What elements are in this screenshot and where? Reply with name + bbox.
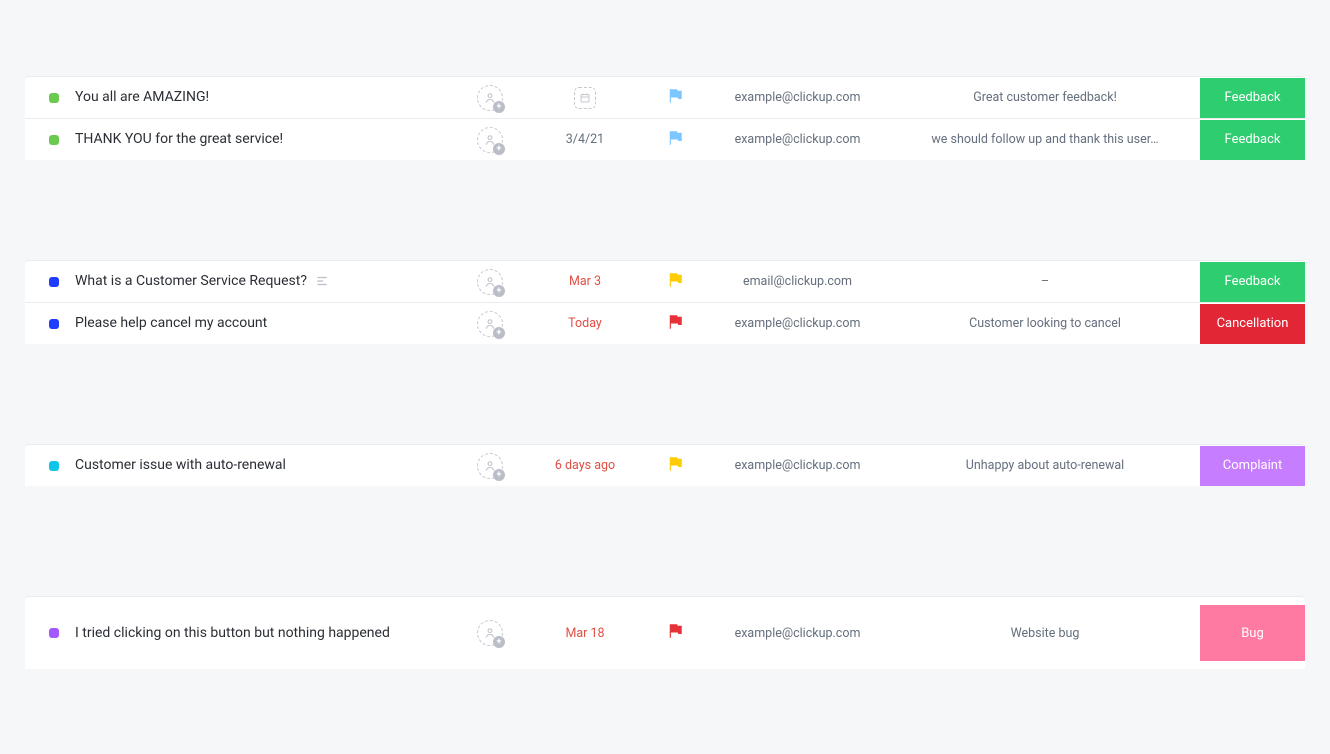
task-row[interactable]: Please help cancel my account + Today examp… — [25, 302, 1305, 344]
flag-icon — [666, 87, 684, 109]
tag-cell[interactable]: Feedback — [1200, 78, 1305, 118]
task-title[interactable]: Please help cancel my account — [65, 314, 455, 333]
assignee-empty-icon[interactable]: + — [477, 453, 503, 479]
tag-cell[interactable]: Feedback — [1200, 262, 1305, 302]
tag-cell[interactable]: Bug — [1200, 605, 1305, 661]
status-cell[interactable] — [25, 319, 65, 329]
due-date-cell[interactable]: Mar 18 — [525, 626, 645, 641]
priority-cell[interactable] — [645, 313, 705, 335]
comment-cell[interactable]: we should follow up and thank this user… — [890, 132, 1200, 147]
status-dot — [49, 135, 59, 145]
task-row[interactable]: Customer issue with auto-renewal +6 days … — [25, 444, 1305, 486]
status-cell[interactable] — [25, 628, 65, 638]
status-dot — [49, 319, 59, 329]
flag-icon — [666, 129, 684, 151]
tag-feedback[interactable]: Feedback — [1200, 120, 1305, 160]
task-row[interactable]: You all are AMAZING! + example@clickup.com… — [25, 76, 1305, 118]
assignee-empty-icon[interactable]: + — [477, 85, 503, 111]
assignee-cell[interactable]: + — [455, 127, 525, 153]
due-date-cell[interactable]: Mar 3 — [525, 274, 645, 289]
task-title-text: THANK YOU for the great service! — [75, 130, 283, 149]
flag-icon — [666, 455, 684, 477]
email-cell[interactable]: example@clickup.com — [705, 132, 890, 147]
priority-cell[interactable] — [645, 271, 705, 293]
assignee-empty-icon[interactable]: + — [477, 269, 503, 295]
comment-cell[interactable]: Website bug — [890, 626, 1200, 641]
task-title[interactable]: I tried clicking on this button but noth… — [65, 624, 455, 643]
task-title-text: Customer issue with auto-renewal — [75, 456, 286, 475]
tag-cell[interactable]: Complaint — [1200, 446, 1305, 486]
email-cell[interactable]: example@clickup.com — [705, 626, 890, 641]
status-cell[interactable] — [25, 135, 65, 145]
task-title[interactable]: Customer issue with auto-renewal — [65, 456, 455, 475]
status-cell[interactable] — [25, 277, 65, 287]
status-cell[interactable] — [25, 93, 65, 103]
task-title-text: What is a Customer Service Request? — [75, 272, 307, 291]
flag-icon — [666, 622, 684, 644]
tag-complaint[interactable]: Complaint — [1200, 446, 1305, 486]
tag-feedback[interactable]: Feedback — [1200, 262, 1305, 302]
task-title-text: You all are AMAZING! — [75, 88, 209, 107]
assignee-empty-icon[interactable]: + — [477, 620, 503, 646]
comment-cell[interactable]: Unhappy about auto-renewal — [890, 458, 1200, 473]
assignee-cell[interactable]: + — [455, 269, 525, 295]
priority-cell[interactable] — [645, 455, 705, 477]
priority-cell[interactable] — [645, 622, 705, 644]
assignee-cell[interactable]: + — [455, 85, 525, 111]
plus-icon: + — [493, 327, 505, 339]
assignee-cell[interactable]: + — [455, 453, 525, 479]
description-icon — [315, 274, 329, 288]
tag-bug[interactable]: Bug — [1200, 605, 1305, 661]
status-cell[interactable] — [25, 461, 65, 471]
task-row[interactable]: What is a Customer Service Request? + Mar … — [25, 260, 1305, 302]
flag-icon — [666, 271, 684, 293]
task-title[interactable]: What is a Customer Service Request? — [65, 272, 455, 291]
calendar-icon[interactable] — [574, 87, 596, 109]
plus-icon: + — [493, 636, 505, 648]
priority-cell[interactable] — [645, 129, 705, 151]
tag-feedback[interactable]: Feedback — [1200, 78, 1305, 118]
tag-cancellation[interactable]: Cancellation — [1200, 304, 1305, 344]
plus-icon: + — [493, 101, 505, 113]
plus-icon: + — [493, 285, 505, 297]
email-cell[interactable]: example@clickup.com — [705, 458, 890, 473]
comment-cell[interactable]: Great customer feedback! — [890, 90, 1200, 105]
task-title[interactable]: THANK YOU for the great service! — [65, 130, 455, 149]
tag-cell[interactable]: Cancellation — [1200, 304, 1305, 344]
task-title-text: I tried clicking on this button but noth… — [75, 624, 390, 643]
email-cell[interactable]: email@clickup.com — [705, 274, 890, 289]
task-row[interactable]: THANK YOU for the great service! +3/4/21 e… — [25, 118, 1305, 160]
comment-cell[interactable]: – — [890, 274, 1200, 289]
status-dot — [49, 461, 59, 471]
assignee-cell[interactable]: + — [455, 620, 525, 646]
due-date-cell[interactable] — [525, 87, 645, 109]
tag-cell[interactable]: Feedback — [1200, 120, 1305, 160]
task-row[interactable]: I tried clicking on this button but noth… — [25, 596, 1305, 669]
plus-icon: + — [493, 469, 505, 481]
assignee-empty-icon[interactable]: + — [477, 311, 503, 337]
task-title-text: Please help cancel my account — [75, 314, 267, 333]
plus-icon: + — [493, 143, 505, 155]
status-dot — [49, 628, 59, 638]
email-cell[interactable]: example@clickup.com — [705, 90, 890, 105]
due-date-cell[interactable]: 3/4/21 — [525, 132, 645, 147]
assignee-empty-icon[interactable]: + — [477, 127, 503, 153]
due-date-cell[interactable]: Today — [525, 316, 645, 331]
email-cell[interactable]: example@clickup.com — [705, 316, 890, 331]
assignee-cell[interactable]: + — [455, 311, 525, 337]
task-list: You all are AMAZING! + example@clickup.com… — [0, 76, 1330, 669]
due-date-cell[interactable]: 6 days ago — [525, 458, 645, 473]
task-title[interactable]: You all are AMAZING! — [65, 88, 455, 107]
priority-cell[interactable] — [645, 87, 705, 109]
status-dot — [49, 277, 59, 287]
status-dot — [49, 93, 59, 103]
comment-cell[interactable]: Customer looking to cancel — [890, 316, 1200, 331]
flag-icon — [666, 313, 684, 335]
